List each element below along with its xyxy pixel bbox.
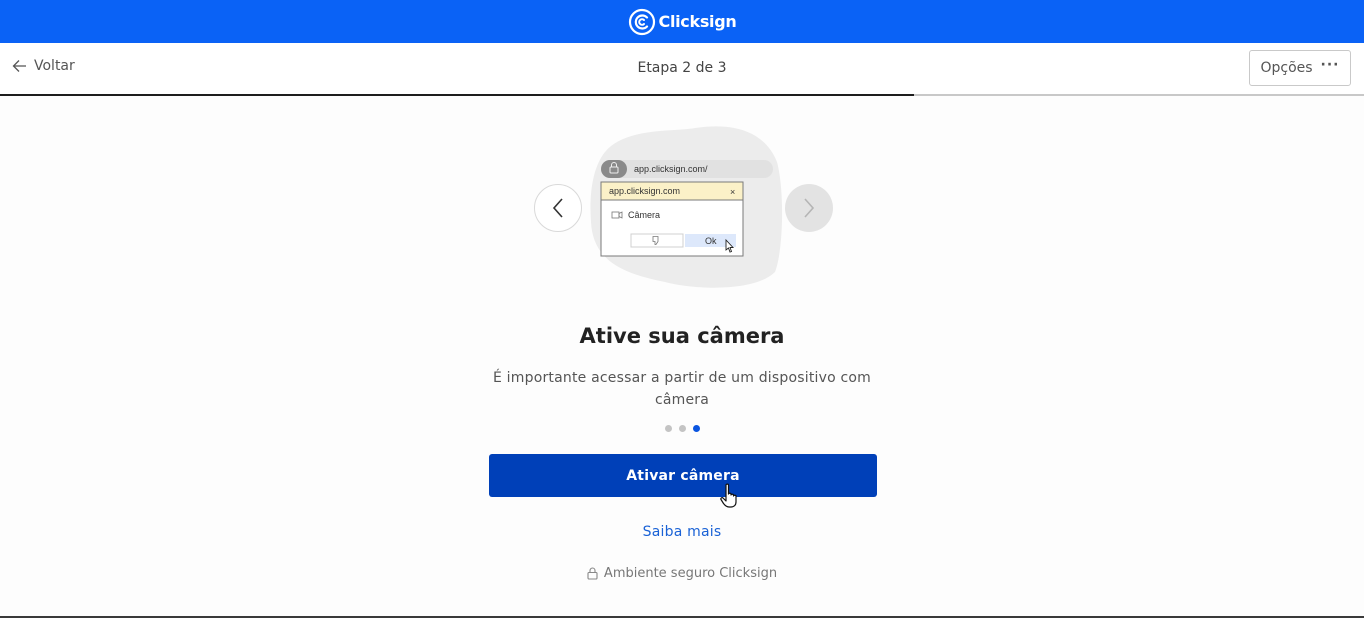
learn-more-link[interactable]: Saiba mais	[0, 524, 1364, 540]
clicksign-logo-icon	[628, 8, 655, 35]
clicksign-logo: Clicksign	[628, 8, 737, 36]
lock-icon	[587, 567, 598, 580]
page-description: É importante acessar a partir de um disp…	[492, 370, 872, 408]
illustration-dialog-title: app.clicksign.com	[609, 186, 680, 196]
secure-environment-note: Ambiente seguro Clicksign	[0, 566, 1364, 581]
pager-dot-active[interactable]	[692, 425, 700, 432]
options-button[interactable]: Opções ···	[1249, 50, 1351, 86]
pager-dot[interactable]	[678, 425, 686, 432]
progress-bar	[0, 94, 1364, 96]
illustration-url-bar: app.clicksign.com/	[634, 164, 708, 174]
secure-label: Ambiente seguro Clicksign	[603, 566, 778, 581]
top-brand-bar: Clicksign	[0, 0, 1364, 43]
hand-pointer-cursor-icon	[720, 483, 737, 508]
carousel-pager	[0, 425, 1364, 432]
pager-dot[interactable]	[664, 425, 672, 432]
activate-camera-button[interactable]: Ativar câmera	[489, 454, 877, 497]
progress-bar-fill	[0, 94, 914, 96]
illustration-dialog-ok: Ok	[705, 236, 717, 246]
camera-permission-illustration: app.clicksign.com/ app.clicksign.com × C…	[590, 126, 783, 288]
illustration-dialog-item: Câmera	[628, 210, 660, 220]
brand-name: Clicksign	[658, 12, 737, 31]
carousel-prev-button[interactable]	[534, 184, 582, 232]
carousel-next-button[interactable]	[785, 184, 833, 232]
step-navbar: Voltar Etapa 2 de 3 Opções ···	[0, 43, 1364, 94]
step-indicator: Etapa 2 de 3	[637, 60, 727, 76]
page-title: Ative sua câmera	[579, 324, 785, 348]
chevron-right-icon	[804, 198, 815, 218]
illustration-dialog-close: ×	[730, 187, 735, 197]
options-label: Opções	[1260, 60, 1313, 76]
chevron-left-icon	[552, 198, 563, 218]
more-horizontal-icon: ···	[1320, 57, 1340, 73]
